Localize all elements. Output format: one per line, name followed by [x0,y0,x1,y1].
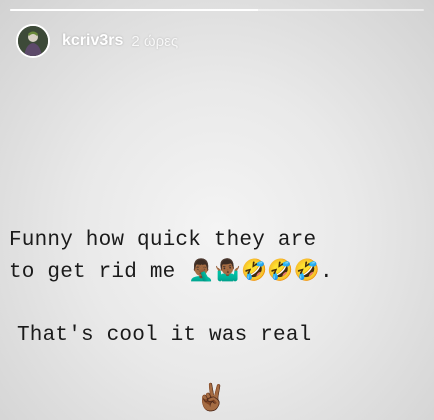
story-progress-fill [10,9,259,11]
story-text-line-1: Funny how quick they are [9,229,317,252]
line-2-period: . [320,261,333,284]
story-header: kcriv3rs 2 ώρες [16,24,178,58]
avatar[interactable] [16,24,50,58]
emoji-group: 🤦🏾‍♂️🤷🏾‍♂️🤣🤣🤣 [188,258,320,282]
story-text-line-2-text: to get rid me [9,261,176,284]
story-progress-bar [10,9,424,11]
story-text-line-3: That's cool it was real [17,324,312,347]
username[interactable]: kcriv3rs [62,32,123,50]
post-time: 2 ώρες [131,32,179,50]
victory-hand-emoji: ✌🏾 [195,383,228,413]
story-text-line-2: to get rid me 🤦🏾‍♂️🤷🏾‍♂️🤣🤣🤣. [9,258,434,284]
